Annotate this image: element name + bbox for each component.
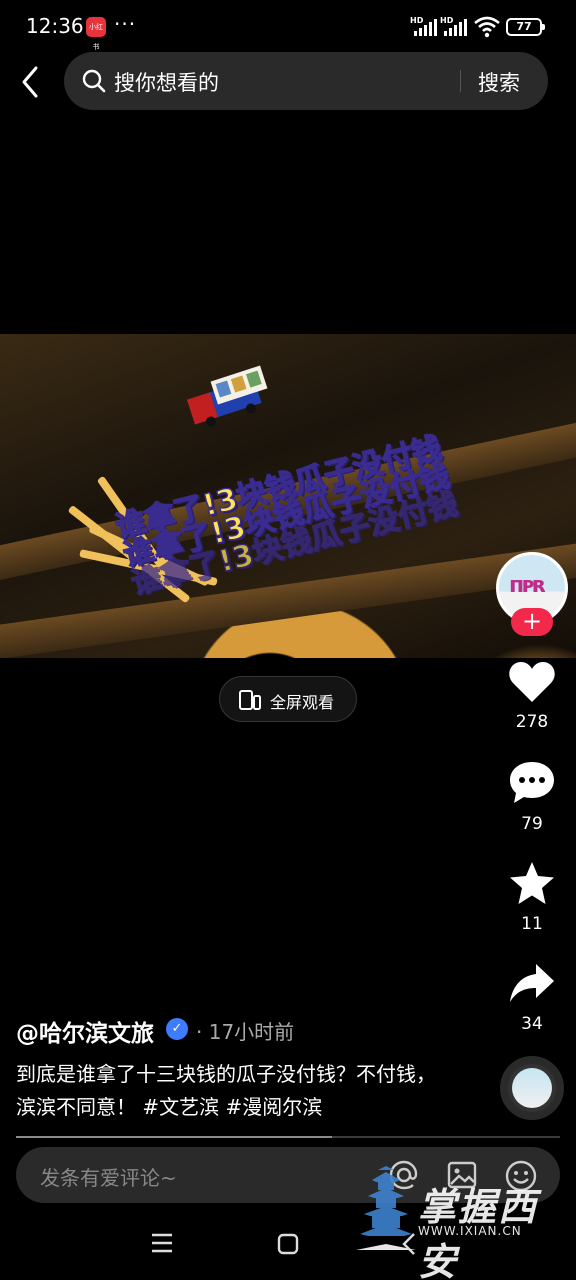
star-icon <box>510 862 554 904</box>
comment-bubble-icon <box>510 762 554 803</box>
avatar-logo-icon: ᴨᴘʀ <box>509 573 547 598</box>
heart-icon <box>509 662 555 702</box>
search-icon <box>82 69 106 93</box>
status-time: 12:36 <box>26 14 84 38</box>
home-icon[interactable] <box>276 1232 300 1256</box>
fullscreen-label: 全屏观看 <box>270 693 335 712</box>
comment-count: 79 <box>521 814 543 834</box>
fullscreen-button[interactable]: 全屏观看 <box>219 676 357 722</box>
cellular-signal-2-icon: HD <box>440 16 468 36</box>
search-button[interactable]: 搜索 <box>478 67 520 97</box>
battery-icon: 77 <box>506 18 545 36</box>
author-name[interactable]: @哈尔滨文旅 <box>16 1014 154 1048</box>
status-bar: 12:36 小红书 ··· HD HD 77 <box>0 0 576 54</box>
search-divider <box>460 70 461 92</box>
system-nav-bar <box>0 1214 576 1280</box>
like-button[interactable]: 278 <box>500 660 564 732</box>
back-nav-icon[interactable] <box>398 1230 422 1258</box>
back-button[interactable] <box>14 62 50 102</box>
rotate-screen-icon <box>239 690 261 710</box>
more-notifications-icon: ··· <box>114 12 137 36</box>
wifi-icon <box>474 16 500 38</box>
search-bar[interactable]: 搜你想看的 搜索 <box>64 52 548 110</box>
menu-icon[interactable] <box>150 1232 174 1254</box>
post-time: · 17小时前 <box>196 1020 295 1044</box>
comment-input[interactable]: 发条有爱评论~ <box>40 1162 177 1191</box>
cellular-signal-icon: HD <box>410 16 438 36</box>
comment-button[interactable]: 79 <box>500 760 564 834</box>
verified-badge-icon: ✓ <box>166 1018 188 1040</box>
like-count: 278 <box>515 712 549 732</box>
notification-app-icon: 小红书 <box>86 17 106 51</box>
search-input[interactable]: 搜你想看的 <box>114 67 219 97</box>
follow-button[interactable]: + <box>511 608 553 636</box>
video-progress-fill <box>16 1136 332 1138</box>
chevron-left-icon <box>22 66 38 98</box>
post-caption[interactable]: 到底是谁拿了十三块钱的瓜子没付钱？不付钱，滨滨不同意！ #文艺滨 #漫阅尔滨 <box>16 1058 436 1124</box>
share-arrow-icon <box>510 964 554 1002</box>
share-button[interactable]: 34 <box>500 960 564 1034</box>
favorite-button[interactable]: 11 <box>500 860 564 934</box>
video-progress-bar[interactable] <box>16 1136 560 1138</box>
favorite-count: 11 <box>521 914 543 934</box>
food-truck-graphic <box>187 365 268 427</box>
video-player[interactable]: 谁拿了!3块钱瓜子没付钱 谁拿了!3块钱瓜子没付钱 谁拿了!3块钱瓜子没付钱 <box>0 334 576 658</box>
share-count: 34 <box>521 1014 543 1034</box>
music-disc-icon[interactable] <box>500 1056 564 1120</box>
